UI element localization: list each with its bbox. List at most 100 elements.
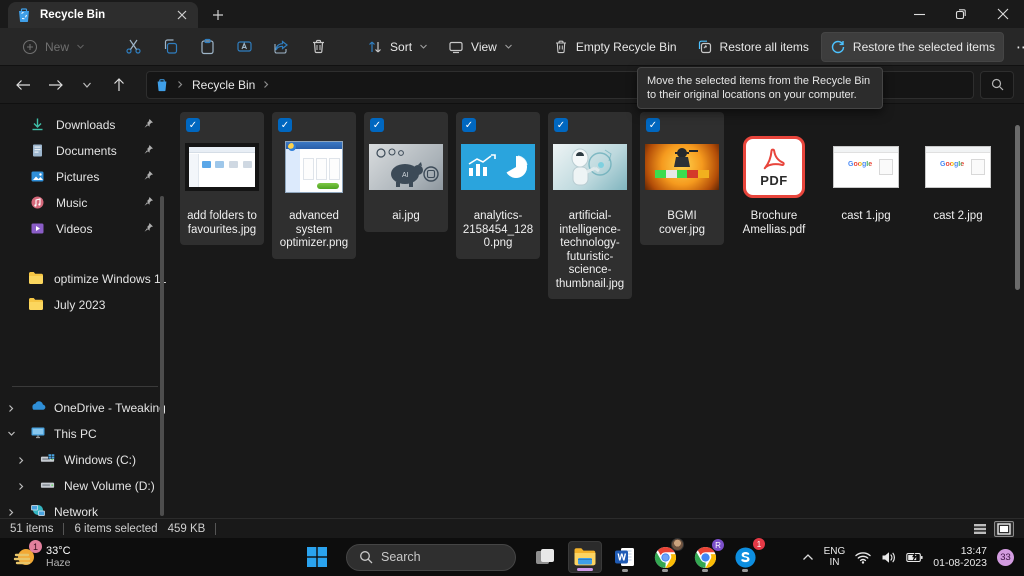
status-bar: 51 items 6 items selected 459 KB	[0, 518, 1024, 538]
sidebar-item-network[interactable]: Network	[0, 499, 168, 518]
rename-button[interactable]	[228, 32, 261, 61]
paste-button[interactable]	[191, 32, 224, 61]
clock[interactable]: 13:47 01-08-2023	[933, 545, 987, 569]
view-icon	[448, 39, 464, 55]
forward-button[interactable]	[42, 72, 68, 98]
wifi-icon[interactable]	[855, 551, 871, 564]
status-divider	[63, 523, 64, 535]
delete-button[interactable]	[302, 32, 335, 61]
file-tile[interactable]: Google cast 1.jpg	[824, 112, 908, 232]
checkbox-checked-icon[interactable]: ✓	[462, 118, 476, 132]
restore-selected-icon	[830, 39, 846, 55]
taskbar-search[interactable]: Search	[346, 544, 516, 571]
sidebar-item-music[interactable]: Music	[0, 190, 168, 216]
sidebar-item-downloads[interactable]: Downloads	[0, 112, 168, 138]
notification-count-badge[interactable]: 33	[997, 549, 1014, 566]
close-button[interactable]	[982, 0, 1024, 28]
chevron-right-icon[interactable]	[0, 508, 22, 517]
explorer-tab[interactable]: Recycle Bin	[8, 2, 198, 28]
checkbox-checked-icon[interactable]: ✓	[370, 118, 384, 132]
file-tile[interactable]: ✓ add folders to favourites.jpg	[180, 112, 264, 245]
volume-icon[interactable]	[881, 551, 896, 564]
breadcrumb-recycle-bin[interactable]: Recycle Bin	[192, 78, 255, 92]
weather-widget[interactable]: 1 33°C Haze	[0, 544, 300, 570]
file-name: artificial-intelligence-technology-futur…	[552, 210, 628, 291]
share-button[interactable]	[265, 32, 298, 61]
see-more-button[interactable]: ⋯	[1008, 32, 1024, 62]
sidebar-item-this-pc[interactable]: This PC	[0, 421, 168, 447]
battery-icon[interactable]	[906, 552, 923, 563]
details-view-button[interactable]	[970, 521, 990, 537]
sidebar-item-optimize-windows-11[interactable]: optimize Windows 11	[0, 266, 168, 292]
chevron-right-icon[interactable]	[0, 404, 22, 413]
file-thumbnail	[460, 128, 536, 206]
task-view-button[interactable]	[528, 541, 562, 573]
desktop: Recycle Bin New	[0, 0, 1024, 576]
plus-circle-icon	[22, 39, 38, 55]
copy-button[interactable]	[154, 32, 187, 61]
sidebar-item-videos[interactable]: Videos	[0, 216, 168, 242]
checkbox-checked-icon[interactable]: ✓	[554, 118, 568, 132]
chevron-right-icon[interactable]	[10, 482, 32, 491]
new-button[interactable]: New	[14, 33, 93, 61]
minimize-button[interactable]	[898, 0, 940, 28]
restore-button[interactable]	[940, 0, 982, 28]
empty-recycle-bin-button[interactable]: Empty Recycle Bin	[545, 33, 685, 61]
file-tile[interactable]: Google cast 2.jpg	[916, 112, 1000, 232]
cut-button[interactable]	[117, 32, 150, 61]
up-button[interactable]	[106, 72, 132, 98]
sidebar-item-windows-c[interactable]: Windows (C:)	[0, 447, 168, 473]
start-button[interactable]	[300, 541, 334, 573]
running-indicator	[622, 569, 628, 572]
file-name: analytics-2158454_1280.png	[460, 210, 536, 251]
sidebar-item-label: Music	[56, 196, 87, 210]
sidebar-item-new-volume-d[interactable]: New Volume (D:)	[0, 473, 168, 499]
file-explorer-taskbar-icon[interactable]	[568, 541, 602, 573]
checkbox-checked-icon[interactable]: ✓	[278, 118, 292, 132]
empty-recycle-bin-label: Empty Recycle Bin	[576, 40, 677, 54]
sidebar-item-documents[interactable]: Documents	[0, 138, 168, 164]
sort-button[interactable]: Sort	[359, 33, 436, 61]
file-tile[interactable]: ✓ analytics-2158454_1280.png	[456, 112, 540, 259]
tray-chevron-up-icon[interactable]	[802, 553, 814, 561]
language-indicator[interactable]: ENG IN	[824, 546, 846, 568]
search-box[interactable]	[980, 71, 1014, 99]
recent-locations-chevron[interactable]	[74, 72, 100, 98]
chevron-down-icon[interactable]	[0, 430, 22, 438]
breadcrumb-chevron-icon	[176, 80, 185, 89]
file-tile[interactable]: ✓ artificial-intelligence-technology-fut…	[548, 112, 632, 299]
command-bar: New Sort	[0, 28, 1024, 66]
sidebar-scrollbar[interactable]	[160, 196, 164, 516]
sidebar-item-label: This PC	[54, 427, 97, 441]
sidebar-item-label: July 2023	[54, 298, 105, 312]
view-button[interactable]: View	[440, 33, 521, 61]
chrome-taskbar-icon-2[interactable]: R	[688, 541, 722, 573]
chevron-right-icon[interactable]	[10, 456, 32, 465]
running-indicator	[702, 569, 708, 572]
word-taskbar-icon[interactable]	[608, 541, 642, 573]
restore-all-items-button[interactable]: Restore all items	[689, 33, 817, 61]
chrome-taskbar-icon[interactable]	[648, 541, 682, 573]
file-tile[interactable]: ✓ AI ai.jpg	[364, 112, 448, 232]
file-tile[interactable]: ✓ BGMI cover.jpg	[640, 112, 724, 245]
pin-icon	[143, 196, 154, 207]
file-tile[interactable]: ✓ advanced system optimizer.png	[272, 112, 356, 259]
new-tab-icon[interactable]	[210, 7, 226, 23]
sidebar-item-onedrive[interactable]: OneDrive - Tweaking Techn	[0, 395, 168, 421]
back-button[interactable]	[10, 72, 36, 98]
content-scrollbar[interactable]	[1015, 125, 1020, 290]
skype-taskbar-icon[interactable]: 1	[728, 541, 762, 573]
restore-selected-items-button[interactable]: Restore the selected items	[821, 32, 1004, 62]
checkbox-checked-icon[interactable]: ✓	[646, 118, 660, 132]
thumbnail-view-button[interactable]	[994, 521, 1014, 537]
checkbox-checked-icon[interactable]: ✓	[186, 118, 200, 132]
sidebar-item-july-2023[interactable]: July 2023	[0, 292, 168, 318]
pin-icon	[143, 118, 154, 129]
taskbar: 1 33°C Haze Search	[0, 538, 1024, 576]
tab-close-icon[interactable]	[174, 7, 190, 23]
breadcrumb-chevron-icon[interactable]	[262, 80, 271, 89]
downloads-icon	[30, 117, 46, 133]
google-logo: Google	[940, 161, 964, 168]
file-tile[interactable]: PDF Brochure Amellias.pdf	[732, 112, 816, 245]
sidebar-item-pictures[interactable]: Pictures	[0, 164, 168, 190]
